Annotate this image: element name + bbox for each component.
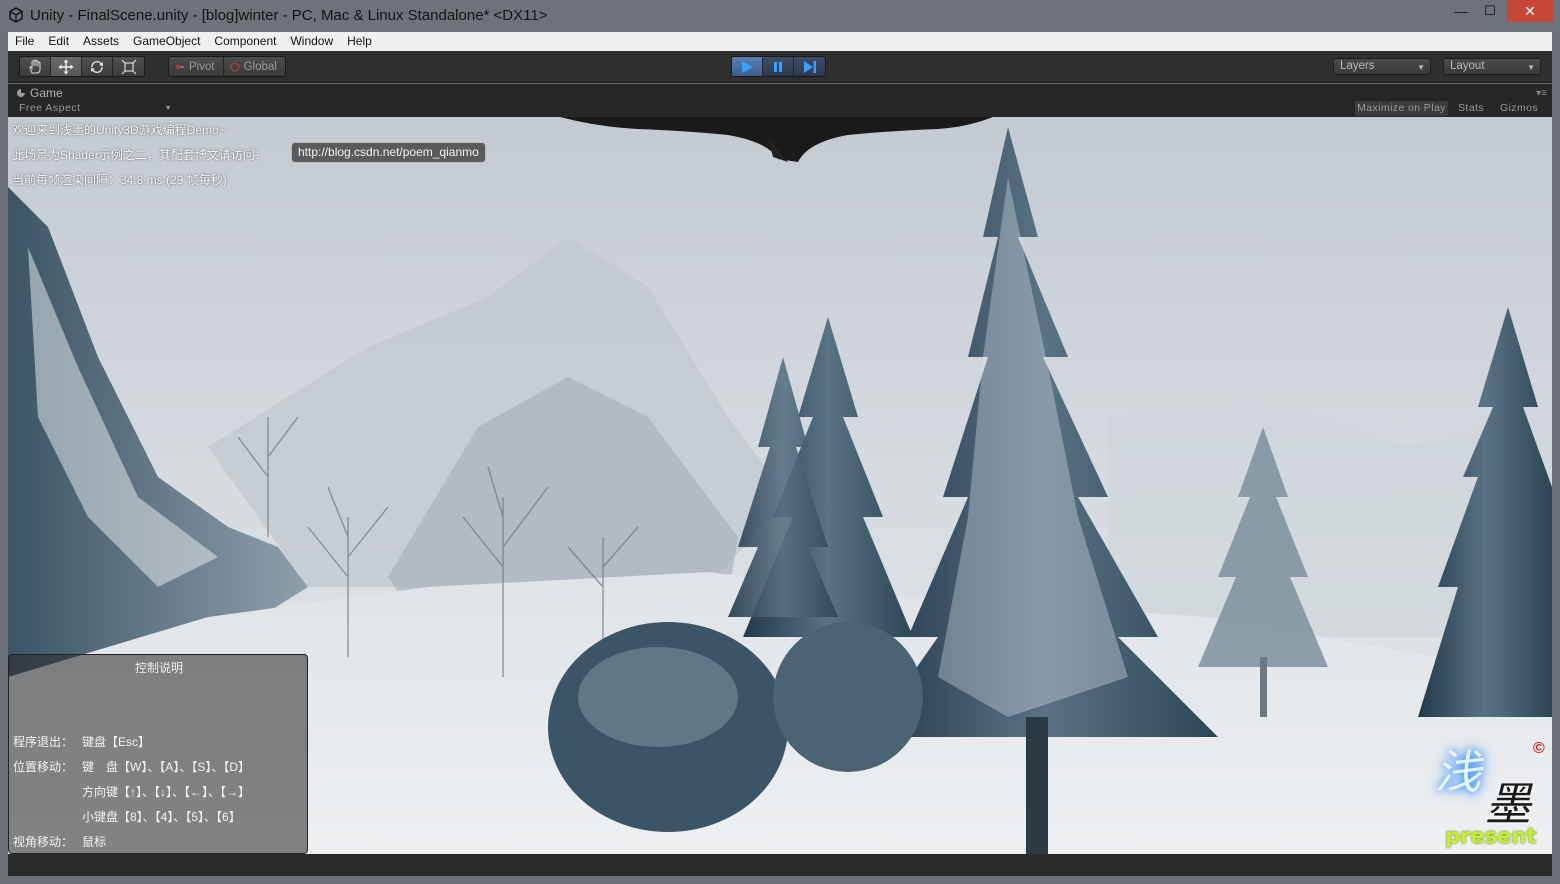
layout-dropdown[interactable]: Layout ▼ <box>1443 58 1541 75</box>
help-exit-label: 程序退出： <box>13 735 74 749</box>
layers-label: Layers <box>1340 60 1375 72</box>
layers-dropdown[interactable]: Layers ▼ <box>1333 58 1431 75</box>
pause-icon <box>774 61 782 72</box>
game-panel-header: Game ▾≡ Free Aspect ▼ Maximize on Play S… <box>8 84 1552 117</box>
hud-welcome-text: 欢迎来到浅墨的Unity3D游戏编程Demo~ <box>12 123 226 137</box>
logo-copyright-mark: © <box>1533 740 1545 757</box>
hud-shader-note: 此场景为Shader示例之二，其配套博文请访问： <box>12 148 267 162</box>
pine-trunk <box>1260 657 1267 717</box>
menu-file[interactable]: File <box>8 32 41 51</box>
menu-gameobject[interactable]: GameObject <box>126 32 207 51</box>
help-exit-keys: 键盘【Esc】 <box>82 735 151 749</box>
large-pine-trunk <box>1026 717 1048 854</box>
controls-help-panel: 控制说明 程序退出： 键盘【Esc】 位置移动： 键 盘【W】、【A】、【S】、… <box>8 654 308 854</box>
global-toggle[interactable]: Global <box>223 57 285 76</box>
aspect-label: Free Aspect <box>19 102 81 114</box>
chevron-down-icon: ▼ <box>1417 63 1425 72</box>
qianmo-logo: 浅 墨 © present <box>1433 734 1552 852</box>
pivot-global-group: Pivot Global <box>168 56 286 77</box>
rotate-tool-button[interactable] <box>82 57 113 76</box>
menu-help[interactable]: Help <box>340 32 379 51</box>
close-button[interactable]: ✕ <box>1507 0 1553 22</box>
pivot-toggle[interactable]: Pivot <box>169 57 224 76</box>
pause-button[interactable] <box>763 57 794 76</box>
global-label: Global <box>243 60 277 73</box>
move-tool-button[interactable] <box>51 57 82 76</box>
tab-game[interactable]: Game <box>12 84 122 101</box>
logo-char-top: 浅 <box>1435 745 1481 799</box>
help-title: 控制说明 <box>134 661 183 675</box>
hand-icon <box>29 58 41 73</box>
unity-logo-icon <box>9 7 23 23</box>
game-viewport[interactable]: 欢迎来到浅墨的Unity3D游戏编程Demo~ 此场景为Shader示例之二，其… <box>8 117 1552 854</box>
game-tab-label: Game <box>30 85 63 100</box>
maximize-icon: ☐ <box>1484 3 1496 18</box>
scale-icon <box>121 59 136 74</box>
game-tab-icon <box>17 88 25 97</box>
window-title: Unity - FinalScene.unity - [blog]winter … <box>30 7 548 24</box>
pivot-icon <box>176 64 184 69</box>
hud-frame-time: 当前每帧渲染间隔：34.8 ms (29 帧每秒) <box>12 173 227 187</box>
help-move-keys-numpad: 小键盘【8】、【4】、【5】、【6】 <box>82 810 241 824</box>
play-button[interactable] <box>732 57 763 76</box>
status-bar <box>8 854 1552 876</box>
panel-menu-icon[interactable]: ▾≡ <box>1536 88 1547 99</box>
window-title-bar: Unity - FinalScene.unity - [blog]winter … <box>0 0 1560 32</box>
hand-tool-button[interactable] <box>20 57 51 76</box>
layout-label: Layout <box>1450 60 1485 72</box>
step-icon <box>803 60 816 73</box>
help-move-label: 位置移动： <box>13 760 74 774</box>
help-move-keys-wasd: 键 盘【W】、【A】、【S】、【D】 <box>82 760 251 774</box>
help-view-label: 视角移动： <box>13 835 74 849</box>
close-icon: ✕ <box>1524 2 1536 19</box>
maximize-on-play-toggle[interactable]: Maximize on Play <box>1355 101 1448 116</box>
chevron-down-icon: ▼ <box>164 105 172 112</box>
blog-link-button[interactable]: http://blog.csdn.net/poem_qianmo <box>291 142 486 163</box>
minimize-icon: — <box>1454 3 1468 19</box>
logo-present-text: present <box>1445 824 1537 848</box>
menu-window[interactable]: Window <box>283 32 340 51</box>
main-toolbar: Pivot Global Layers ▼ Layout ▼ <box>8 51 1552 83</box>
menu-component[interactable]: Component <box>207 32 283 51</box>
menu-assets[interactable]: Assets <box>76 32 126 51</box>
rotate-icon <box>91 60 103 73</box>
bush <box>773 622 923 772</box>
stats-toggle[interactable]: Stats <box>1451 101 1491 116</box>
window-bottom-border <box>0 876 1560 884</box>
gizmos-dropdown[interactable]: Gizmos <box>1491 101 1547 116</box>
play-icon <box>742 60 753 73</box>
bush-snow <box>578 647 738 747</box>
menu-edit[interactable]: Edit <box>41 32 76 51</box>
pivot-label: Pivot <box>189 60 215 73</box>
minimize-button[interactable]: — <box>1447 0 1475 22</box>
help-view-keys: 鼠标 <box>82 835 107 849</box>
transform-tools <box>19 56 145 77</box>
aspect-dropdown[interactable]: Free Aspect ▼ <box>16 101 174 116</box>
maximize-button[interactable]: ☐ <box>1476 0 1504 22</box>
step-button[interactable] <box>794 57 825 76</box>
chevron-down-icon: ▼ <box>1527 63 1535 72</box>
scale-tool-button[interactable] <box>113 57 144 76</box>
menu-bar: File Edit Assets GameObject Component Wi… <box>8 32 1552 51</box>
help-move-keys-arrows: 方向键【↑】、【↓】、【←】、【→】 <box>82 785 251 799</box>
global-icon <box>229 61 240 72</box>
playback-controls <box>731 56 826 77</box>
move-icon <box>58 59 74 74</box>
